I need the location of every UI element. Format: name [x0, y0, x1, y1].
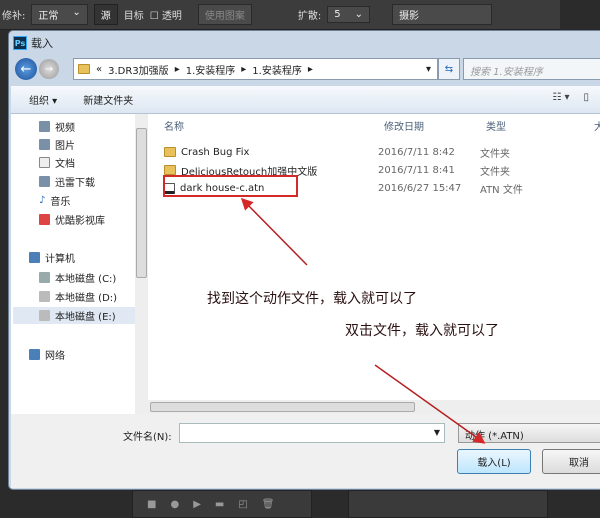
annotation-arrows — [240, 197, 486, 444]
annotation-find-file: 找到这个动作文件，载入就可以了 — [207, 291, 417, 307]
arrow-to-load-button — [374, 364, 486, 444]
annotation-double-click: 双击文件，载入就可以了 — [345, 323, 499, 339]
arrow-to-file — [240, 197, 308, 266]
